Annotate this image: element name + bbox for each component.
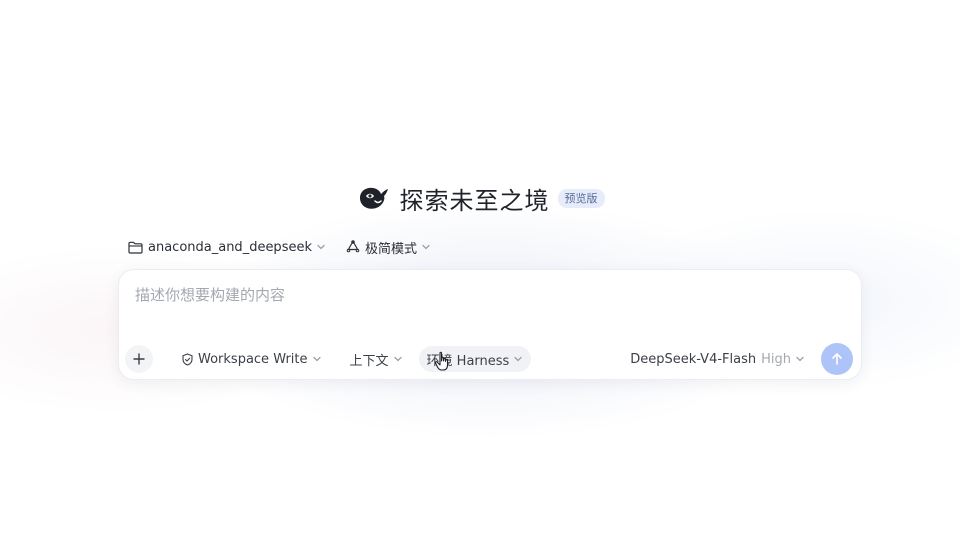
composer-toolbar: Workspace Write 上下文 环境 Harness DeepSeek-… [125, 343, 853, 375]
arrow-up-icon [830, 352, 844, 366]
folder-label: anaconda_and_deepseek [148, 239, 312, 255]
chevron-down-icon [393, 354, 403, 364]
chevron-down-icon [795, 354, 805, 364]
folder-icon [128, 241, 143, 254]
hero-header: 探索未至之境 预览版 [0, 178, 960, 218]
model-level: High [761, 351, 791, 367]
chevron-down-icon [316, 242, 326, 252]
context-label: 上下文 [349, 353, 389, 369]
add-attachment-button[interactable] [125, 345, 153, 373]
context-row: anaconda_and_deepseek 极简模式 [128, 236, 431, 258]
chevron-down-icon [312, 354, 322, 364]
prompt-input[interactable] [133, 282, 837, 326]
workspace-permission-selector[interactable]: Workspace Write [173, 346, 330, 372]
preview-badge: 预览版 [557, 188, 605, 208]
chevron-down-icon [513, 354, 523, 364]
mode-selector[interactable]: 极简模式 [346, 238, 431, 257]
shield-check-icon [181, 352, 194, 366]
folder-selector[interactable]: anaconda_and_deepseek [128, 240, 326, 255]
mode-label: 极简模式 [365, 241, 418, 257]
chevron-down-icon [421, 242, 431, 252]
plus-icon [133, 353, 145, 365]
send-button[interactable] [821, 343, 853, 375]
model-selector[interactable]: DeepSeek-V4-Flash High [630, 352, 805, 367]
whale-icon [356, 183, 392, 213]
context-selector[interactable]: 上下文 [342, 346, 411, 372]
model-name: DeepSeek-V4-Flash [630, 351, 757, 367]
environment-label: 环境 Harness [426, 353, 510, 369]
page-title: 探索未至之境 [399, 186, 550, 215]
workspace-label: Workspace Write [198, 351, 308, 367]
composer: Workspace Write 上下文 环境 Harness DeepSeek-… [118, 269, 862, 380]
recycle-icon [346, 240, 360, 254]
environment-selector[interactable]: 环境 Harness [418, 346, 532, 372]
